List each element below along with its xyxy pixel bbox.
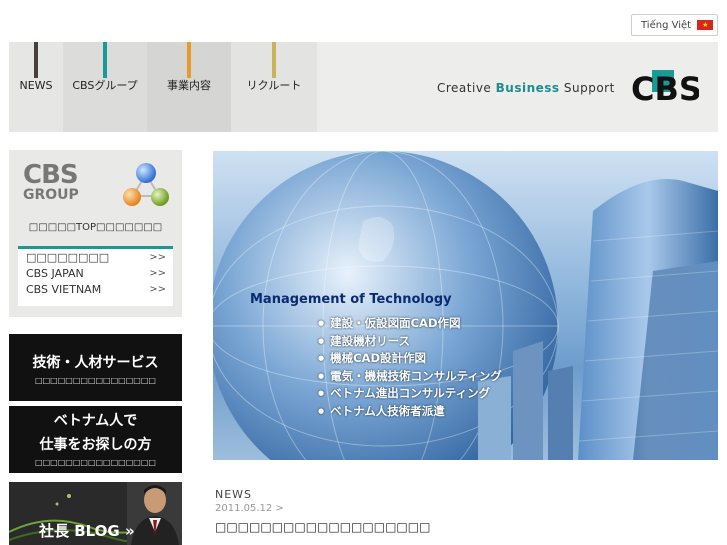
- hero-service-list: 建設・仮設図面CAD作図 建設機材リース 機械CAD設計作図 電気・機械技術コン…: [318, 316, 502, 421]
- hero-service-item: 機械CAD設計作図: [318, 351, 502, 369]
- language-switch[interactable]: Tiếng Việt: [631, 14, 718, 36]
- site-header: NEWS CBSグループ 事業内容 リクルート Creative Busines…: [9, 42, 718, 132]
- nav-business-label: 事業内容: [167, 79, 211, 92]
- hero-service-item: ベトナム人技術者派遣: [318, 404, 502, 422]
- group-link-label: CBS JAPAN: [26, 266, 84, 280]
- nav-color-bar: [187, 42, 191, 78]
- double-chevron-icon: >>: [149, 283, 166, 295]
- nav-cbs-group-label: CBSグループ: [72, 79, 138, 92]
- tagline: Creative Business Support: [437, 81, 615, 95]
- group-links-tab: [18, 246, 42, 249]
- cbs-logo[interactable]: CBS: [629, 68, 699, 108]
- nav-news-label: NEWS: [19, 78, 53, 92]
- group-link-row[interactable]: CBS JAPAN >>: [18, 265, 173, 281]
- nav-color-bar: [272, 42, 276, 78]
- nav-color-bar: [34, 42, 38, 78]
- jobs-banner[interactable]: ベトナム人で 仕事をお探しの方 □□□□□□□□□□□□□□□□: [9, 406, 182, 473]
- group-logo-line1: CBS: [23, 160, 79, 190]
- jobs-banner-sub: □□□□□□□□□□□□□□□□: [35, 458, 156, 467]
- group-link-label: CBS VIETNAM: [26, 282, 102, 296]
- news-date: 2011.05.12 >: [215, 503, 284, 514]
- group-logo-line2: GROUP: [23, 187, 79, 203]
- nav-business[interactable]: 事業内容: [147, 42, 231, 132]
- nav-recruit-label: リクルート: [246, 79, 302, 92]
- double-chevron-icon: >>: [149, 267, 166, 279]
- tagline-accent: Business: [495, 81, 560, 95]
- cbs-group-logo[interactable]: CBS GROUP: [23, 162, 79, 202]
- nav-color-bar: [103, 42, 107, 78]
- hero-service-item: ベトナム進出コンサルティング: [318, 386, 502, 404]
- blog-banner-label: 社長 BLOG »: [39, 522, 135, 540]
- spheres-icon: [123, 163, 169, 206]
- group-link-label: □□□□□□□□: [26, 250, 110, 264]
- tagline-post: Support: [559, 81, 615, 95]
- hero-title: Management of Technology: [250, 292, 452, 307]
- main-nav: NEWS CBSグループ 事業内容 リクルート: [9, 42, 317, 132]
- jobs-banner-line1: ベトナム人で: [53, 413, 138, 429]
- logo-text: CBS: [631, 70, 699, 108]
- nav-recruit[interactable]: リクルート: [231, 42, 317, 132]
- news-heading: NEWS: [215, 488, 253, 501]
- vietnam-flag-icon: [697, 20, 714, 30]
- president-photo: [127, 482, 182, 545]
- jobs-banner-line2: 仕事をお探しの方: [39, 437, 152, 453]
- double-chevron-icon: >>: [149, 251, 166, 263]
- hero-service-item: 建設・仮設図面CAD作図: [318, 316, 502, 334]
- hero-service-item: 建設機材リース: [318, 334, 502, 352]
- nav-news[interactable]: NEWS: [9, 42, 63, 132]
- nav-cbs-group[interactable]: CBSグループ: [63, 42, 147, 132]
- hero-service-item: 電気・機械技術コンサルティング: [318, 369, 502, 387]
- group-links: □□□□□□□□ >> CBS JAPAN >> CBS VIETNAM >>: [18, 246, 173, 306]
- cbs-group-box: CBS GROUP □□□□□TOP□□□□□□□ □□□□□□□□ >> CB…: [9, 150, 182, 317]
- group-link-row[interactable]: CBS VIETNAM >>: [18, 281, 173, 297]
- news-title-link[interactable]: □□□□□□□□□□□□□□□□□□□: [215, 520, 430, 534]
- hero-image: Management of Technology 建設・仮設図面CAD作図 建設…: [213, 151, 718, 460]
- group-link-row[interactable]: □□□□□□□□ >>: [18, 249, 173, 265]
- language-label: Tiếng Việt: [641, 19, 692, 31]
- blog-banner[interactable]: 社長 BLOG »: [9, 482, 182, 545]
- tagline-pre: Creative: [437, 81, 496, 95]
- service-banner-sub: □□□□□□□□□□□□□□□□: [35, 376, 156, 385]
- service-banner-title: 技術・人材サービス: [32, 355, 159, 371]
- group-top-link[interactable]: □□□□□TOP□□□□□□□: [9, 222, 182, 233]
- service-banner[interactable]: 技術・人材サービス □□□□□□□□□□□□□□□□: [9, 334, 182, 401]
